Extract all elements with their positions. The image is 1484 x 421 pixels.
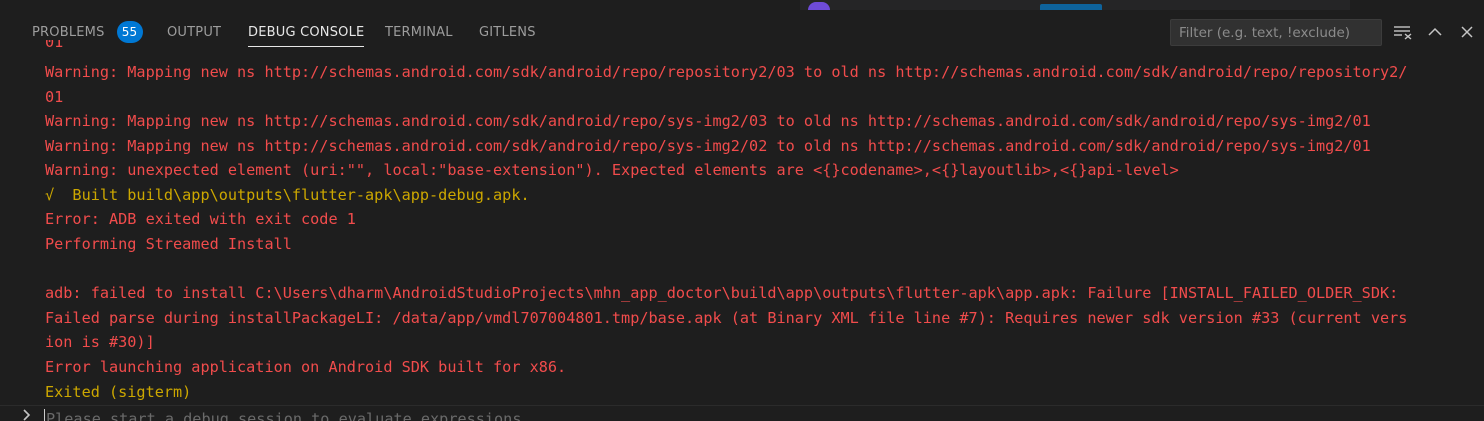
console-line: ion is #30)] [45, 333, 155, 351]
tab-problems-label: PROBLEMS [32, 24, 105, 40]
console-line: Error: ADB exited with exit code 1 [45, 210, 356, 228]
tab-output-label: OUTPUT [167, 24, 222, 40]
tab-debug-console-label: DEBUG CONSOLE [248, 24, 365, 40]
console-line-partial: 01 [45, 40, 64, 51]
console-line: 01 [45, 88, 64, 106]
console-output: 01 Warning: Mapping new ns http://schema… [0, 40, 1484, 406]
tab-terminal-label: TERMINAL [385, 24, 453, 40]
console-line: Warning: unexpected element (uri:"", loc… [45, 161, 1179, 179]
evaluate-expression-row[interactable]: Please start a debug session to evaluate… [0, 406, 1484, 421]
console-line: Warning: Mapping new ns http://schemas.a… [45, 137, 1371, 155]
evaluate-expression-input[interactable]: Please start a debug session to evaluate… [46, 407, 521, 421]
console-line: Failed parse during installPackageLI: /d… [45, 309, 1408, 327]
console-line: √ Built build\app\outputs\flutter-apk\ap… [45, 186, 530, 204]
console-line: Warning: Mapping new ns http://schemas.a… [45, 112, 1371, 130]
console-line: Error launching application on Android S… [45, 358, 567, 376]
tab-gitlens-label: GITLENS [479, 24, 536, 40]
text-cursor [44, 409, 45, 421]
chevron-right-icon [23, 409, 31, 421]
console-line: Performing Streamed Install [45, 235, 292, 253]
console-line: Warning: Mapping new ns http://schemas.a… [45, 63, 1408, 81]
debug-console-panel: PROBLEMS 55 OUTPUT DEBUG CONSOLE TERMINA… [0, 0, 1484, 421]
console-line: Exited (sigterm) [45, 383, 192, 401]
editor-area-edge [0, 0, 1484, 10]
avatar [808, 2, 830, 10]
console-line: adb: failed to install C:\Users\dharm\An… [45, 284, 1399, 302]
